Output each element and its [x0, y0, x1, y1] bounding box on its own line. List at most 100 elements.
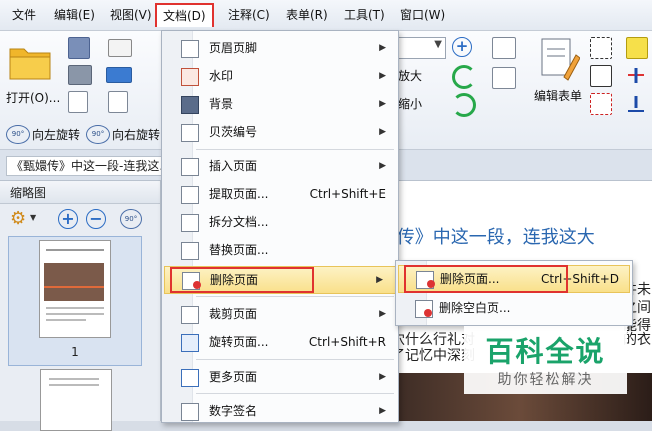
new-document-icon[interactable] [108, 91, 128, 113]
header-footer-icon [181, 40, 199, 58]
menu-item-replace-page[interactable]: 替换页面... [162, 237, 398, 263]
submenu-item-delete-blank-pages[interactable]: 删除空白页... [396, 295, 632, 321]
menu-item-crop-page[interactable]: 裁剪页面 ▶ [162, 301, 398, 327]
strikeout-icon[interactable] [626, 65, 646, 85]
menu-window[interactable]: 窗口(W) [400, 6, 445, 24]
delete-page-submenu: 删除页面... Ctrl+Shift+D 删除空白页... [395, 260, 633, 326]
menu-item-rotate-page[interactable]: 旋转页面... Ctrl+Shift+R [162, 329, 398, 355]
folder-icon [9, 48, 51, 80]
open-label: 打开(O)... [6, 91, 61, 105]
chevron-down-icon[interactable]: ▼ [30, 213, 36, 222]
text-highlight-icon[interactable] [626, 37, 648, 59]
scanner-icon[interactable] [106, 67, 132, 83]
menu-separator [196, 393, 394, 394]
menu-form[interactable]: 表单(R) [286, 6, 328, 24]
thumbnail-toolbar: ⚙ ▼ + − 90° [0, 204, 160, 234]
rotate-left-button[interactable]: 90° 向左旋转 [4, 123, 84, 145]
text-box-icon[interactable] [590, 37, 612, 59]
import-icon[interactable] [68, 91, 88, 113]
chevron-right-icon: ▶ [379, 43, 386, 53]
menu-item-background[interactable]: 背景 ▶ [162, 91, 398, 117]
page-thumbnail[interactable]: 1 [8, 236, 142, 366]
underline-icon[interactable] [626, 93, 646, 113]
document-text: 的衣 [623, 332, 651, 348]
delete-page-highlight [170, 267, 314, 293]
menu-item-watermark[interactable]: 水印 ▶ [162, 63, 398, 89]
rotate-right-icon: 90° [86, 125, 110, 144]
document-heading: 甄 传》中这一段，连我这大 [373, 227, 595, 248]
extract-page-icon [181, 186, 199, 204]
typewriter-icon[interactable] [590, 65, 612, 87]
thumbnail-panel: 缩略图 ⚙ ▼ + − 90° 1 [0, 181, 161, 431]
page-number: 1 [71, 345, 79, 359]
gear-icon[interactable]: ⚙ [10, 208, 26, 229]
save-icon[interactable] [68, 37, 90, 59]
zoom-out-label[interactable]: 缩小 [398, 95, 422, 112]
chevron-right-icon: ▶ [376, 275, 383, 285]
menu-item-extract-page[interactable]: 提取页面... Ctrl+Shift+E [162, 181, 398, 207]
menu-view[interactable]: 视图(V) [110, 6, 152, 24]
menu-comment[interactable]: 注释(C) [228, 6, 270, 24]
rotate-right-label: 向右旋转 [112, 128, 161, 142]
crop-page-icon [181, 306, 199, 324]
replace-page-icon [181, 242, 199, 260]
chevron-right-icon: ▶ [379, 372, 386, 382]
email-icon[interactable] [108, 39, 132, 57]
document-tab[interactable]: 《甄嬛传》中这一段-连我这... [6, 156, 176, 176]
refresh-icon[interactable] [452, 65, 476, 89]
text-field-icon[interactable] [492, 37, 516, 59]
chevron-right-icon: ▶ [379, 71, 386, 81]
page-thumbnail[interactable] [40, 369, 112, 431]
chevron-down-icon: ▼ [434, 39, 442, 50]
split-document-icon [181, 214, 199, 232]
watermark-title: 百科全说 [485, 335, 606, 368]
zoom-in-label[interactable]: 放大 [398, 67, 422, 84]
rotate-right-button[interactable]: 90° 向右旋转 [84, 123, 164, 145]
watermark-subtitle: 助你轻松解决 [497, 372, 594, 388]
zoom-in-icon[interactable]: + [452, 37, 472, 57]
watermark-overlay: 百科全说 助你轻松解决 [464, 326, 627, 394]
page-thumbnail-image [39, 240, 111, 338]
form-grid-icon[interactable] [492, 67, 516, 89]
chevron-right-icon: ▶ [379, 309, 386, 319]
menu-item-more-pages[interactable]: 更多页面 ▶ [162, 364, 398, 390]
menu-document[interactable]: 文档(D) [155, 3, 214, 27]
menu-edit[interactable]: 编辑(E) [54, 6, 95, 24]
insert-page-icon [181, 158, 199, 176]
shortcut-label: Ctrl+Shift+R [308, 335, 386, 349]
document-menu: 页眉页脚 ▶ 水印 ▶ 背景 ▶ 贝茨编号 ▶ 插入页面 ▶ 提取页面... C… [161, 30, 399, 423]
rotate-page-icon [181, 334, 199, 352]
edit-form-icon [541, 38, 580, 81]
rotate-left-icon: 90° [6, 125, 30, 144]
document-text: 了记忆中深刻 [391, 348, 475, 364]
print-icon[interactable] [68, 65, 92, 85]
rotate-view-icon[interactable] [452, 93, 476, 117]
bates-number-icon [181, 124, 199, 142]
more-pages-icon [181, 369, 199, 387]
menu-file[interactable]: 文件 [12, 6, 36, 24]
menu-bar: 文件 编辑(E) 视图(V) 文档(D) 注释(C) 表单(R) 工具(T) 窗… [0, 0, 652, 31]
delete-badge-icon [424, 309, 432, 317]
menu-separator [196, 149, 394, 150]
chevron-right-icon: ▶ [379, 406, 386, 416]
menu-item-split-document[interactable]: 拆分文档... [162, 209, 398, 235]
menu-item-header-footer[interactable]: 页眉页脚 ▶ [162, 35, 398, 61]
thumbnail-panel-title: 缩略图 [10, 186, 47, 200]
enlarge-thumbnail-icon[interactable]: + [58, 209, 78, 229]
menu-item-bates-number[interactable]: 贝茨编号 ▶ [162, 119, 398, 145]
zoom-dropdown[interactable]: ▼ [398, 37, 446, 59]
open-button[interactable]: 打开(O)... [4, 37, 60, 105]
menu-item-digital-signature[interactable]: 数字签名 ▶ [162, 398, 398, 424]
chevron-right-icon: ▶ [379, 161, 386, 171]
delete-pages-highlight [404, 265, 568, 293]
digital-signature-icon [181, 403, 199, 421]
menu-tools[interactable]: 工具(T) [344, 6, 385, 24]
callout-icon[interactable] [590, 93, 612, 115]
menu-item-insert-page[interactable]: 插入页面 ▶ [162, 153, 398, 179]
rotate-thumbnail-icon[interactable]: 90° [120, 209, 142, 229]
edit-form-button[interactable]: 编辑表单 [532, 35, 588, 105]
watermark-icon [181, 68, 199, 86]
edit-form-label: 编辑表单 [534, 89, 583, 103]
shrink-thumbnail-icon[interactable]: − [86, 209, 106, 229]
thumbnail-panel-header: 缩略图 [0, 181, 160, 204]
